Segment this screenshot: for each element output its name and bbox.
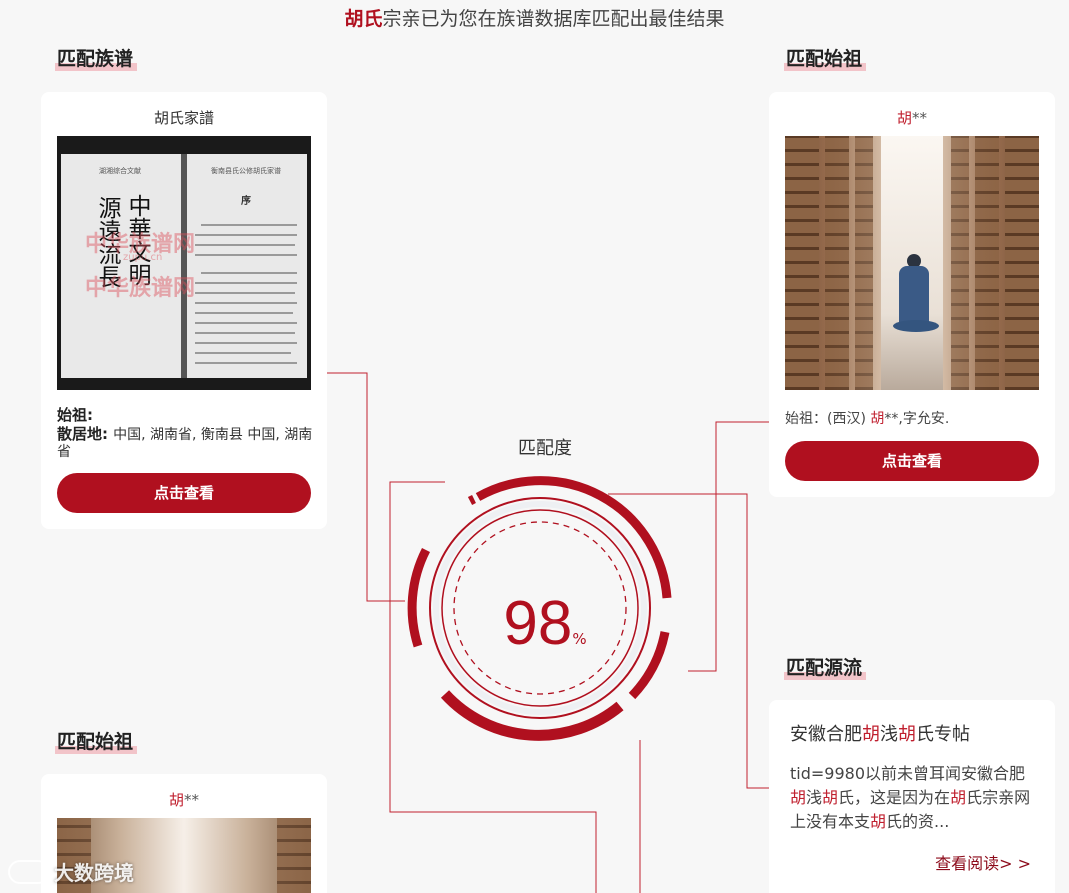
match-value: 98 — [503, 589, 573, 658]
genealogy-book-image: 湖湘综合文献 中華文明 源遠流長 衡南县氏公修胡氏家谱 序 中华族谱网 zupu… — [57, 136, 311, 390]
match-unit: % — [572, 630, 587, 648]
ancestor-view-button[interactable]: 点击查看 — [785, 441, 1039, 481]
ancestor-image — [785, 136, 1039, 390]
genealogy-card: 胡氏家譜 湖湘综合文献 中華文明 源遠流長 衡南县氏公修胡氏家谱 序 中华族谱网 — [41, 92, 327, 529]
residence-label: 散居地: — [57, 425, 108, 443]
section-title-ancestor-bottom: 匹配始祖 — [54, 727, 138, 754]
ancestor-card: 胡** 始祖：(西汉) 胡**,字允安. 点击查看 — [769, 92, 1055, 497]
genealogy-title: 胡氏家譜 — [153, 109, 214, 127]
match-label: 匹配度 — [518, 438, 572, 459]
ancestor-name-bottom: 胡** — [168, 791, 199, 809]
brand-logo-icon — [8, 859, 50, 884]
section-title-source: 匹配源流 — [783, 653, 867, 680]
ancestor-label: 始祖: — [57, 406, 93, 424]
match-score: 98% — [470, 588, 620, 659]
section-title-ancestor: 匹配始祖 — [783, 44, 867, 71]
book-page-right: 衡南县氏公修胡氏家谱 序 — [187, 154, 307, 378]
source-title: 安徽合肥胡浅胡氏专帖 — [790, 724, 970, 745]
residence-row: 散居地: 中国, 湖南省, 衡南县 中国, 湖南省 — [57, 426, 313, 460]
source-read-more-link[interactable]: 查看阅读> > — [935, 850, 1031, 874]
source-excerpt: tid=9980以前未曾耳闻安徽合肥胡浅胡氏，这是因为在胡氏宗亲网上没有本支胡氏… — [790, 764, 1031, 831]
ancestor-name: 胡** — [896, 109, 927, 127]
section-title-genealogy: 匹配族谱 — [54, 44, 138, 71]
brand-watermark: 大数跨境 — [8, 857, 134, 886]
book-page-left: 湖湘综合文献 中華文明 源遠流長 — [61, 154, 181, 378]
source-card: 安徽合肥胡浅胡氏专帖 tid=9980以前未曾耳闻安徽合肥胡浅胡氏，这是因为在胡… — [769, 700, 1055, 893]
genealogy-view-button[interactable]: 点击查看 — [57, 473, 311, 513]
ancestor-info: 始祖：(西汉) 胡**,字允安. — [785, 411, 950, 427]
